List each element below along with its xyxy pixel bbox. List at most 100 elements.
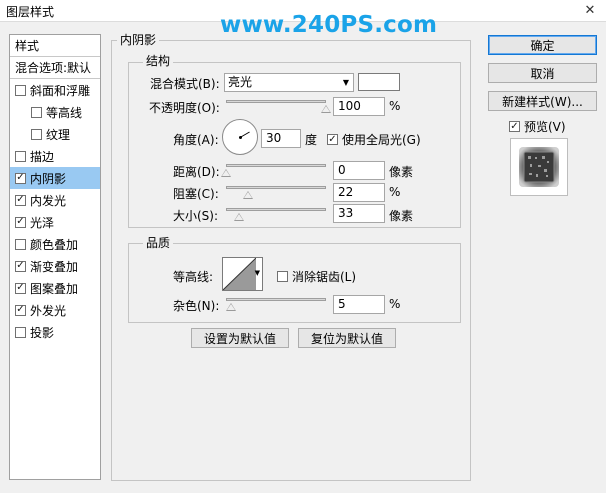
style-list-item[interactable]: ✓ 光泽 bbox=[10, 211, 100, 233]
opacity-slider-thumb[interactable] bbox=[321, 105, 331, 113]
contour-preview-icon bbox=[223, 258, 256, 290]
checkbox-empty-icon bbox=[277, 271, 288, 282]
antialias-label: 消除锯齿(L) bbox=[292, 270, 357, 284]
checkbox-empty-icon[interactable] bbox=[31, 128, 42, 140]
style-list-item-label: 斜面和浮雕 bbox=[30, 83, 91, 98]
style-list-item-label: 外发光 bbox=[30, 303, 67, 318]
angle-unit: 度 bbox=[305, 133, 318, 147]
style-list-item-label: 描边 bbox=[30, 149, 55, 164]
check-icon: ✓ bbox=[327, 133, 338, 145]
cancel-button[interactable]: 取消 bbox=[488, 63, 597, 83]
style-list-item-label: 投影 bbox=[30, 325, 55, 340]
distance-input[interactable]: 0 bbox=[333, 161, 385, 180]
choke-slider-thumb[interactable] bbox=[243, 191, 253, 199]
noise-slider-thumb[interactable] bbox=[226, 303, 236, 311]
noise-unit: % bbox=[389, 297, 401, 311]
style-list-item[interactable]: ✓ 内阴影 bbox=[10, 167, 100, 189]
style-list-item[interactable]: 等高线 bbox=[10, 101, 100, 123]
preview-label: 预览(V) bbox=[524, 120, 566, 134]
style-list-item-label: 内发光 bbox=[30, 193, 67, 208]
chevron-down-icon: ▼ bbox=[342, 78, 349, 87]
quality-title: 品质 bbox=[143, 236, 174, 250]
size-input[interactable]: 33 bbox=[333, 204, 385, 223]
style-list-item-label: 颜色叠加 bbox=[30, 237, 79, 252]
distance-unit: 像素 bbox=[389, 165, 414, 179]
preview-thumbnail bbox=[519, 147, 559, 187]
checkbox-empty-icon[interactable] bbox=[15, 238, 26, 250]
angle-label: 角度(A): bbox=[173, 133, 219, 147]
blend-mode-value: 亮光 bbox=[228, 75, 253, 89]
global-light-checkbox[interactable]: ✓ 使用全局光(G) bbox=[327, 131, 421, 148]
checkbox-empty-icon[interactable] bbox=[15, 84, 26, 96]
style-list-item[interactable]: ✓ 渐变叠加 bbox=[10, 255, 100, 277]
size-slider-thumb[interactable] bbox=[234, 213, 244, 221]
check-icon[interactable]: ✓ bbox=[15, 282, 26, 294]
preview-checkbox[interactable]: ✓ 预览(V) bbox=[509, 118, 566, 135]
opacity-unit: % bbox=[389, 99, 401, 113]
opacity-slider[interactable] bbox=[226, 100, 331, 114]
size-slider[interactable] bbox=[226, 208, 326, 222]
style-list-item-label: 内阴影 bbox=[30, 171, 67, 186]
structure-title: 结构 bbox=[143, 54, 174, 68]
new-style-button[interactable]: 新建样式(W)... bbox=[488, 91, 597, 111]
angle-dial-center bbox=[239, 136, 242, 139]
noise-label: 杂色(N): bbox=[173, 299, 220, 313]
choke-unit: % bbox=[389, 185, 401, 199]
global-light-label: 使用全局光(G) bbox=[342, 133, 421, 147]
choke-input[interactable]: 22 bbox=[333, 183, 385, 202]
blend-mode-select[interactable]: 亮光 ▼ bbox=[224, 73, 354, 92]
reset-default-button[interactable]: 复位为默认值 bbox=[298, 328, 396, 348]
style-list-item[interactable]: ✓ 内发光 bbox=[10, 189, 100, 211]
distance-slider[interactable] bbox=[221, 164, 326, 178]
check-icon[interactable]: ✓ bbox=[15, 304, 26, 316]
opacity-label: 不透明度(O): bbox=[149, 101, 220, 115]
angle-dial[interactable] bbox=[222, 119, 258, 155]
blend-mode-label: 混合模式(B): bbox=[150, 77, 220, 91]
checkbox-empty-icon[interactable] bbox=[15, 150, 26, 162]
antialias-checkbox[interactable]: 消除锯齿(L) bbox=[277, 268, 356, 285]
styles-header[interactable]: 样式 bbox=[10, 35, 100, 57]
set-default-button[interactable]: 设置为默认值 bbox=[191, 328, 289, 348]
size-label: 大小(S): bbox=[173, 209, 219, 223]
chevron-down-icon: ▼ bbox=[254, 269, 260, 277]
checkbox-empty-icon[interactable] bbox=[31, 106, 42, 118]
ok-button[interactable]: 确定 bbox=[488, 35, 597, 55]
style-list-item-label: 图案叠加 bbox=[30, 281, 79, 296]
distance-slider-thumb[interactable] bbox=[221, 169, 231, 177]
check-icon[interactable]: ✓ bbox=[15, 172, 26, 184]
style-list-item-label: 光泽 bbox=[30, 215, 55, 230]
style-list-item-label: 渐变叠加 bbox=[30, 259, 79, 274]
check-icon[interactable]: ✓ bbox=[15, 216, 26, 228]
window-title: 图层样式 bbox=[6, 5, 55, 19]
noise-input[interactable]: 5 bbox=[333, 295, 385, 314]
size-unit: 像素 bbox=[389, 209, 414, 223]
contour-picker[interactable]: ▼ bbox=[222, 257, 263, 291]
style-list-item-label: 等高线 bbox=[46, 105, 83, 120]
angle-input[interactable]: 30 bbox=[261, 129, 301, 148]
choke-label: 阻塞(C): bbox=[173, 187, 219, 201]
style-list-item[interactable]: 斜面和浮雕 bbox=[10, 79, 100, 101]
opacity-input[interactable]: 100 bbox=[333, 97, 385, 116]
style-list-item[interactable]: ✓ 图案叠加 bbox=[10, 277, 100, 299]
inner-shadow-title: 内阴影 bbox=[117, 33, 160, 47]
style-list-item-label: 纹理 bbox=[46, 127, 71, 142]
check-icon[interactable]: ✓ bbox=[15, 260, 26, 272]
checkbox-empty-icon[interactable] bbox=[15, 326, 26, 338]
style-list-item[interactable]: ✓ 外发光 bbox=[10, 299, 100, 321]
contour-label: 等高线: bbox=[173, 270, 214, 284]
distance-label: 距离(D): bbox=[173, 165, 220, 179]
style-preview bbox=[510, 138, 568, 196]
choke-slider[interactable] bbox=[226, 186, 326, 200]
style-list-item[interactable]: 投影 bbox=[10, 321, 100, 343]
style-list-item[interactable]: 描边 bbox=[10, 145, 100, 167]
check-icon[interactable]: ✓ bbox=[15, 194, 26, 206]
noise-slider[interactable] bbox=[226, 298, 326, 312]
style-list-item[interactable]: 颜色叠加 bbox=[10, 233, 100, 255]
check-icon: ✓ bbox=[509, 120, 520, 132]
blending-options-item[interactable]: 混合选项:默认 bbox=[10, 57, 100, 79]
blend-color-swatch[interactable] bbox=[358, 73, 400, 91]
close-icon[interactable]: ✕ bbox=[580, 2, 600, 19]
style-list-item[interactable]: 纹理 bbox=[10, 123, 100, 145]
style-list: 样式 混合选项:默认 斜面和浮雕等高线纹理描边 ✓ 内阴影 ✓ 内发光 ✓ 光泽颜色叠加 ✓ 渐… bbox=[9, 34, 101, 480]
watermark: www.240PS.com bbox=[220, 12, 438, 38]
